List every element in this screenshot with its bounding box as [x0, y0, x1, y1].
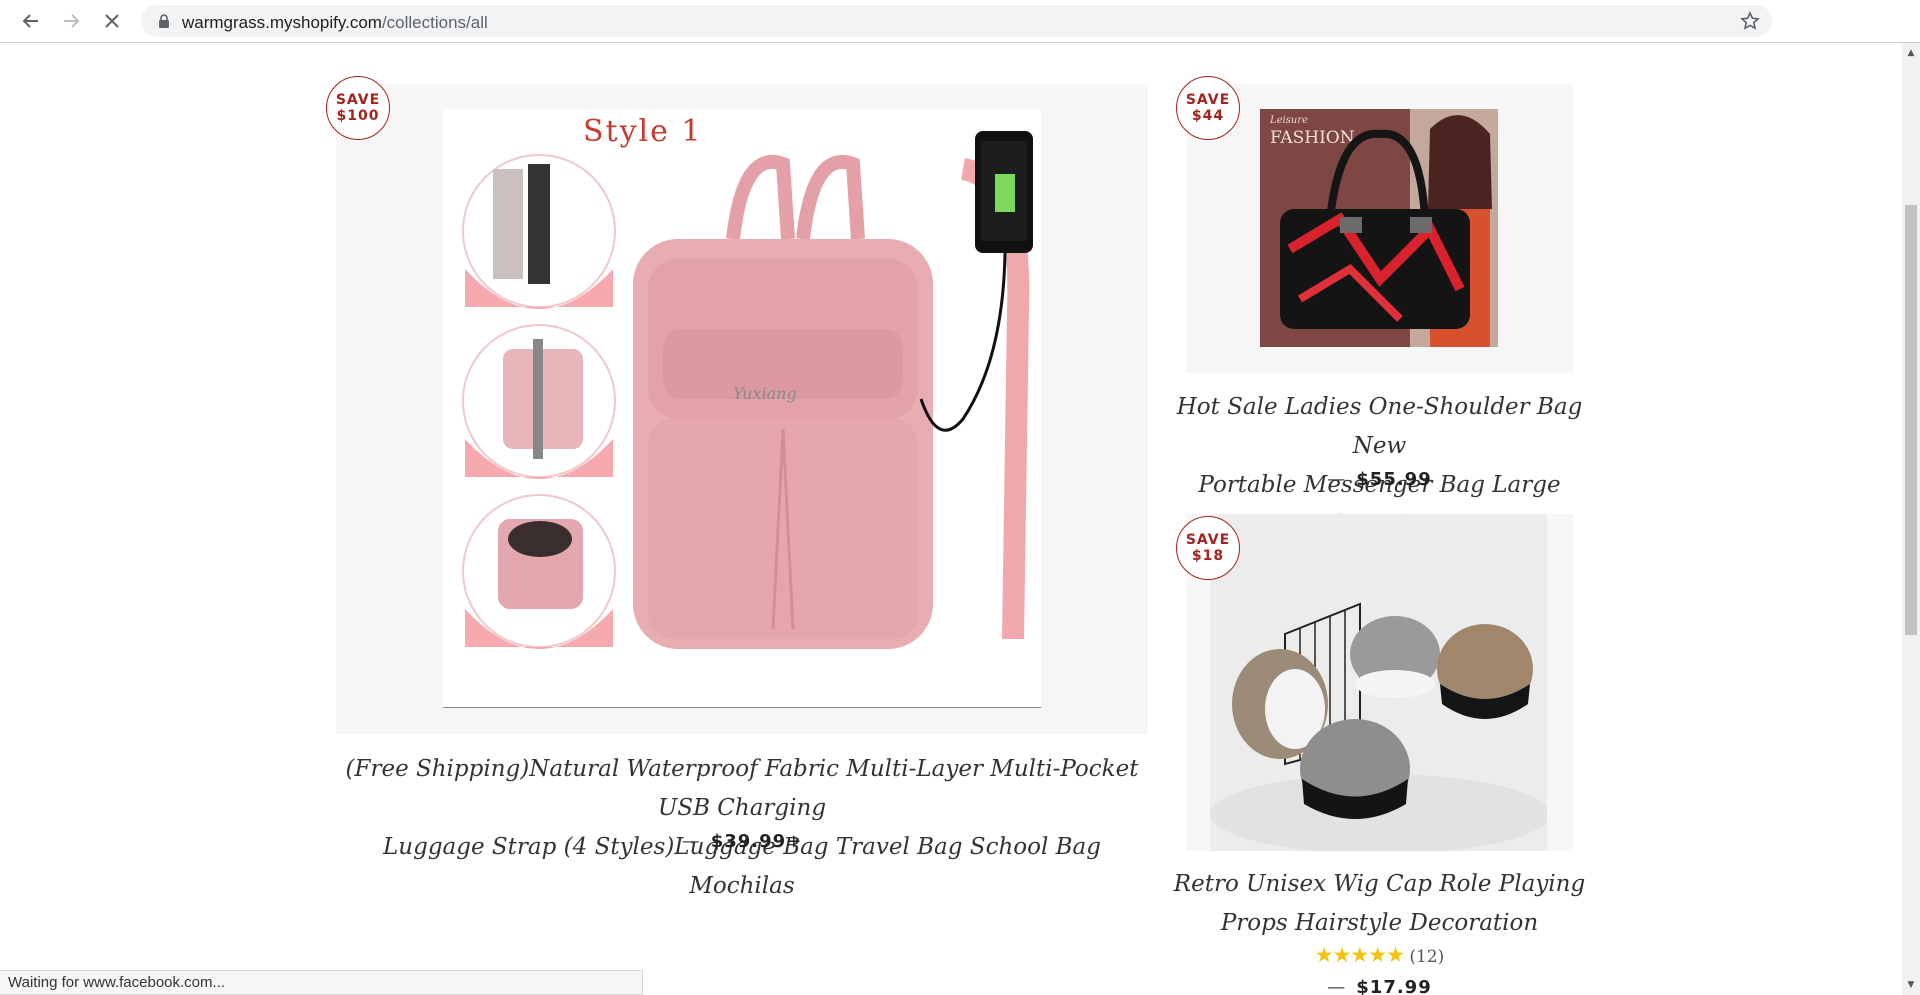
image-caption: FASHION — [1270, 128, 1355, 148]
url-text: warmgrass.myshopify.com/collections/all — [182, 13, 488, 33]
price-dash: — — [1327, 469, 1347, 490]
lock-icon — [159, 14, 169, 28]
forward-arrow-icon — [64, 14, 80, 28]
bookmark-star-icon[interactable] — [1740, 11, 1760, 31]
scrollbar-thumb[interactable] — [1905, 205, 1917, 635]
product-rating: ★★★★★ (12) — [1186, 943, 1573, 967]
price-suffix: + — [786, 831, 803, 852]
price-value: $17.99 — [1356, 977, 1432, 995]
product-title-line: Retro Unisex Wig Cap Role Playing — [1173, 871, 1586, 897]
rating-count: (12) — [1409, 947, 1445, 967]
product-price: — $39.99+ — [336, 831, 1148, 852]
status-bubble: Waiting for www.facebook.com... — [0, 970, 643, 995]
style-caption: Style 1 — [583, 114, 703, 149]
badge-label: SAVE — [1185, 532, 1231, 548]
product-title-line: Props Hairstyle Decoration — [1220, 910, 1539, 936]
messenger-bag-illustration: Leisure FASHION — [1260, 109, 1498, 347]
product-title[interactable]: Retro Unisex Wig Cap Role Playing Props … — [1166, 865, 1593, 943]
save-badge: SAVE $18 — [1176, 516, 1240, 580]
price-dash: — — [681, 831, 701, 852]
price-value: $39.99 — [710, 831, 787, 852]
product-title[interactable]: (Free Shipping)Natural Waterproof Fabric… — [336, 750, 1148, 906]
badge-amount: $44 — [1191, 108, 1225, 124]
badge-label: SAVE — [335, 92, 381, 108]
wig-cap-illustration — [1210, 514, 1547, 851]
address-bar[interactable]: warmgrass.myshopify.com/collections/all — [141, 5, 1772, 37]
badge-amount: $18 — [1191, 548, 1225, 564]
image-caption-small: Leisure — [1269, 115, 1308, 126]
close-icon — [105, 14, 119, 28]
rating-stars-icon: ★★★★★ — [1314, 943, 1405, 967]
badge-amount: $100 — [336, 108, 380, 124]
product-image-wig-cap[interactable] — [1210, 514, 1547, 851]
product-image-backpack[interactable]: Style 1 Yuxiang — [443, 109, 1041, 708]
browser-toolbar: warmgrass.myshopify.com/collections/all — [0, 0, 1920, 43]
product-price: — $17.99 — [1186, 977, 1573, 995]
stop-loading-button[interactable] — [99, 8, 125, 34]
product-title-line: (Free Shipping)Natural Waterproof Fabric… — [345, 756, 1139, 821]
url-domain: warmgrass.myshopify.com — [182, 13, 382, 32]
url-path: /collections/all — [381, 13, 488, 32]
product-title-line: Hot Sale Ladies One-Shoulder Bag New — [1176, 394, 1583, 459]
price-value: $55.99 — [1356, 469, 1432, 490]
price-dash: — — [1327, 977, 1347, 995]
back-button[interactable] — [18, 8, 44, 34]
scroll-up-arrow-icon[interactable]: ▲ — [1906, 48, 1916, 58]
page-content: Style 1 Yuxiang SAVE $100 (Free Shipping… — [0, 43, 1902, 995]
backpack-illustration: Style 1 Yuxiang — [443, 114, 1041, 708]
save-badge: SAVE $44 — [1176, 76, 1240, 140]
save-badge: SAVE $100 — [326, 76, 390, 140]
svg-text:Yuxiang: Yuxiang — [733, 384, 797, 403]
back-arrow-icon — [22, 14, 38, 28]
scroll-down-arrow-icon[interactable]: ▼ — [1906, 980, 1916, 990]
forward-button[interactable] — [58, 8, 84, 34]
product-image-messenger-bag[interactable]: Leisure FASHION — [1260, 109, 1498, 347]
badge-label: SAVE — [1185, 92, 1231, 108]
product-price: — $55.99 — [1186, 469, 1573, 490]
